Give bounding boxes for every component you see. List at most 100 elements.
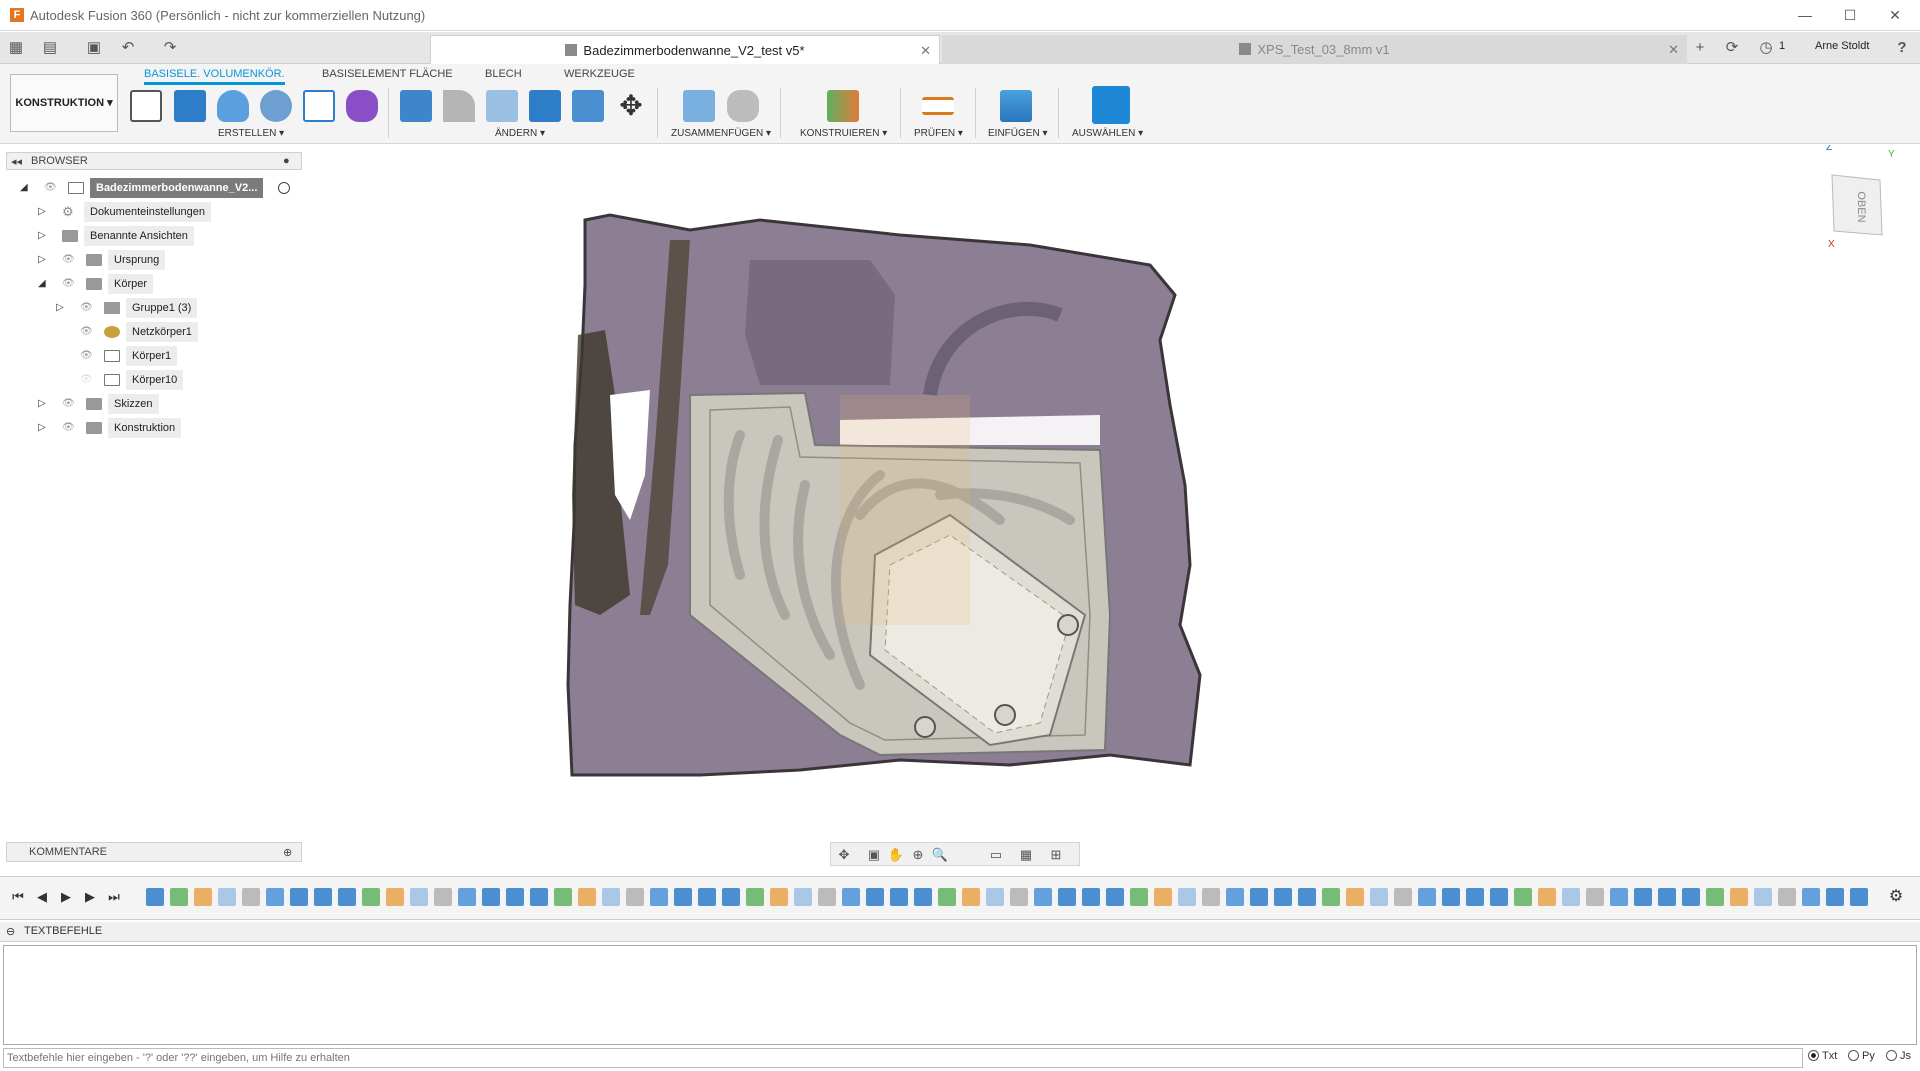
expand-icon[interactable]: ▷ xyxy=(38,206,50,218)
timeline-feature-icon[interactable] xyxy=(722,888,740,906)
save-icon[interactable]: ▣ xyxy=(84,38,104,58)
activate-component-icon[interactable] xyxy=(278,182,290,194)
timeline-feature-icon[interactable] xyxy=(1250,888,1268,906)
browser-pin-icon[interactable]: ● xyxy=(283,155,290,167)
tree-item-body10[interactable]: 👁 Körper10 xyxy=(56,370,296,390)
look-at-icon[interactable]: ▣ xyxy=(865,847,883,863)
press-pull-icon[interactable] xyxy=(400,90,432,122)
tab-sheetmetal[interactable]: BLECH xyxy=(485,68,522,80)
new-tab-icon[interactable]: + xyxy=(1690,38,1710,58)
group-insert-label[interactable]: EINFÜGEN ▾ xyxy=(988,128,1047,139)
timeline-feature-icon[interactable] xyxy=(1658,888,1676,906)
timeline-feature-icon[interactable] xyxy=(218,888,236,906)
visibility-eye-icon[interactable]: 👁 xyxy=(80,303,94,313)
mode-js-radio[interactable]: Js xyxy=(1886,1050,1911,1062)
tree-item-sketches[interactable]: ▷ 👁 Skizzen xyxy=(38,394,298,414)
hole-icon[interactable] xyxy=(260,90,292,122)
split-body-icon[interactable] xyxy=(572,90,604,122)
grid-settings-icon[interactable]: ▦ xyxy=(1017,847,1035,863)
collapse-browser-icon[interactable]: ◂◂ xyxy=(11,155,22,168)
timeline-feature-icon[interactable] xyxy=(1298,888,1316,906)
timeline-feature-icon[interactable] xyxy=(290,888,308,906)
timeline-feature-icon[interactable] xyxy=(386,888,404,906)
timeline-feature-icon[interactable] xyxy=(842,888,860,906)
visibility-eye-icon[interactable]: 👁 xyxy=(62,423,76,433)
maximize-button[interactable]: ☐ xyxy=(1830,4,1870,26)
timeline-feature-icon[interactable] xyxy=(1634,888,1652,906)
tree-item-origin[interactable]: ▷ 👁 Ursprung xyxy=(38,250,298,270)
insert-image-icon[interactable] xyxy=(1000,90,1032,122)
select-icon[interactable] xyxy=(1092,86,1130,124)
timeline-feature-icon[interactable] xyxy=(578,888,596,906)
orbit-icon[interactable]: ✥ xyxy=(835,847,853,863)
collapse-icon[interactable]: ◢ xyxy=(20,182,32,194)
timeline-feature-icon[interactable] xyxy=(1274,888,1292,906)
timeline-feature-icon[interactable] xyxy=(890,888,908,906)
timeline-feature-icon[interactable] xyxy=(1346,888,1364,906)
timeline-feature-icon[interactable] xyxy=(962,888,980,906)
close-tab-icon[interactable]: ✕ xyxy=(1668,35,1679,64)
collapse-textcommands-icon[interactable]: ⊖ xyxy=(6,925,15,938)
timeline-feature-icon[interactable] xyxy=(650,888,668,906)
timeline-play-icon[interactable]: ▶ xyxy=(58,889,74,905)
timeline-feature-icon[interactable] xyxy=(1322,888,1340,906)
expand-icon[interactable]: ▷ xyxy=(38,398,50,410)
timeline-feature-icon[interactable] xyxy=(242,888,260,906)
timeline-feature-icon[interactable] xyxy=(1562,888,1580,906)
timeline-feature-icon[interactable] xyxy=(362,888,380,906)
tree-item-bodies[interactable]: ◢ 👁 Körper xyxy=(38,274,298,294)
timeline-feature-icon[interactable] xyxy=(1850,888,1868,906)
visibility-eye-icon[interactable]: 👁 xyxy=(62,279,76,289)
tree-item-named-views[interactable]: ▷ Benannte Ansichten xyxy=(38,226,298,246)
timeline-feature-icon[interactable] xyxy=(1682,888,1700,906)
timeline-feature-icon[interactable] xyxy=(746,888,764,906)
comments-panel-header[interactable]: KOMMENTARE ⊕ xyxy=(6,842,302,862)
timeline-feature-icon[interactable] xyxy=(698,888,716,906)
extrude-icon[interactable] xyxy=(174,90,206,122)
workspace-switcher[interactable]: KONSTRUKTION ▾ xyxy=(10,74,118,132)
undo-icon[interactable]: ↶ xyxy=(118,38,138,58)
expand-icon[interactable]: ▷ xyxy=(56,302,68,314)
timeline-feature-icon[interactable] xyxy=(1490,888,1508,906)
tree-item-mesh-body[interactable]: 👁 Netzkörper1 xyxy=(56,322,296,342)
timeline-feature-icon[interactable] xyxy=(1034,888,1052,906)
group-create-label[interactable]: ERSTELLEN ▾ xyxy=(218,128,284,139)
visibility-eye-icon[interactable]: 👁 xyxy=(62,399,76,409)
file-menu-icon[interactable]: ▤ xyxy=(40,38,60,58)
mode-py-radio[interactable]: Py xyxy=(1848,1050,1875,1062)
collapse-icon[interactable]: ◢ xyxy=(38,278,50,290)
timeline-start-icon[interactable]: ⏮ xyxy=(10,889,26,905)
viewports-icon[interactable]: ⊞ xyxy=(1047,847,1065,863)
timeline-feature-icon[interactable] xyxy=(674,888,692,906)
timeline-feature-icon[interactable] xyxy=(410,888,428,906)
timeline-settings-icon[interactable]: ⚙ xyxy=(1888,889,1904,905)
expand-icon[interactable]: ▷ xyxy=(38,254,50,266)
minimize-button[interactable]: — xyxy=(1785,4,1825,26)
timeline-feature-icon[interactable] xyxy=(986,888,1004,906)
timeline-feature-icon[interactable] xyxy=(482,888,500,906)
zoom-icon[interactable]: ⊕ xyxy=(909,847,927,863)
shell-icon[interactable] xyxy=(486,90,518,122)
tab-inactive-document[interactable]: XPS_Test_03_8mm v1 ✕ xyxy=(942,35,1687,64)
text-commands-input[interactable] xyxy=(3,1048,1803,1068)
timeline-feature-icon[interactable] xyxy=(458,888,476,906)
measure-icon[interactable] xyxy=(922,97,954,115)
group-assemble-label[interactable]: ZUSAMMENFÜGEN ▾ xyxy=(671,128,771,139)
new-component-icon[interactable] xyxy=(683,90,715,122)
timeline-feature-icon[interactable] xyxy=(1802,888,1820,906)
fit-icon[interactable]: 🔍 xyxy=(931,847,949,863)
mode-txt-radio[interactable]: Txt xyxy=(1808,1050,1837,1062)
visibility-eye-icon[interactable]: 👁 xyxy=(80,327,94,337)
timeline-feature-icon[interactable] xyxy=(1730,888,1748,906)
timeline-feature-icon[interactable] xyxy=(1778,888,1796,906)
tree-item-body1[interactable]: 👁 Körper1 xyxy=(56,346,296,366)
tree-item-group1[interactable]: ▷ 👁 Gruppe1 (3) xyxy=(56,298,296,318)
text-commands-header[interactable]: ⊖ TEXTBEFEHLE xyxy=(0,922,1920,942)
timeline-feature-icon[interactable] xyxy=(1106,888,1124,906)
timeline-feature-icon[interactable] xyxy=(506,888,524,906)
timeline-feature-icon[interactable] xyxy=(1058,888,1076,906)
timeline-feature-icon[interactable] xyxy=(1706,888,1724,906)
timeline-feature-icon[interactable] xyxy=(194,888,212,906)
timeline-feature-icon[interactable] xyxy=(530,888,548,906)
timeline-feature-icon[interactable] xyxy=(794,888,812,906)
